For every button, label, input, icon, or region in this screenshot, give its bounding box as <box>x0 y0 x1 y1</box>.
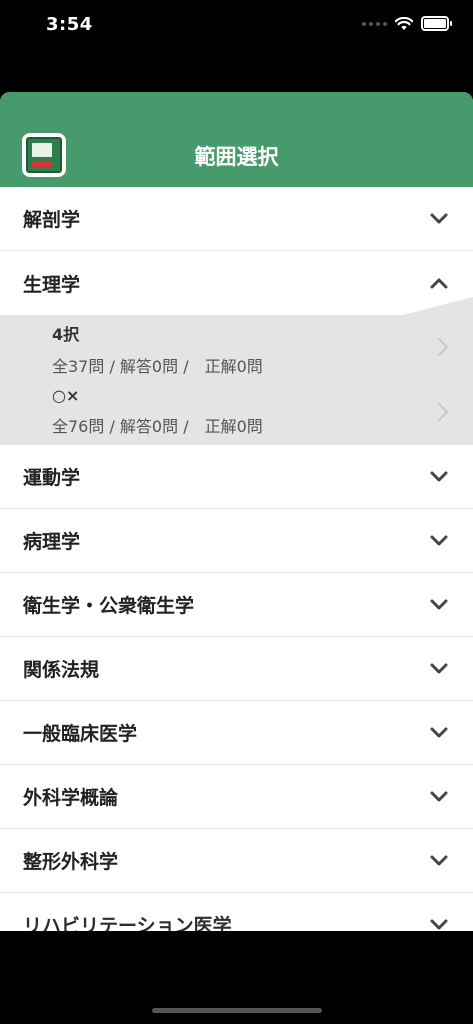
chevron-down-icon <box>429 595 449 615</box>
subitem-stats: 全76問 / 解答0問 / 正解0問 <box>52 417 263 436</box>
category-label: 外科学概論 <box>23 787 119 809</box>
category-row-hygiene[interactable]: 衛生学・公衆衛生学 <box>0 573 473 637</box>
chevron-down-icon <box>429 209 449 229</box>
chevron-down-icon <box>429 723 449 743</box>
chevron-down-icon <box>429 851 449 871</box>
chevron-right-icon <box>437 337 449 361</box>
category-row-clinical[interactable]: 一般臨床医学 <box>0 701 473 765</box>
status-bar: 3:54 <box>0 0 473 52</box>
physiology-subitems: 4択 全37問 / 解答0問 / 正解0問 ○× 全76問 / 解答0問 / 正… <box>0 297 473 445</box>
subitem-title: 4択 <box>52 325 80 344</box>
subitem-four-choice[interactable]: 4択 全37問 / 解答0問 / 正解0問 <box>52 315 449 377</box>
range-selection-sheet: 範囲選択 解剖学 生理学 4択 全37問 / 解答0問 / 正解0問 ○× 全7… <box>0 92 473 931</box>
status-indicators <box>362 16 452 31</box>
category-label: 運動学 <box>23 467 81 489</box>
category-list: 解剖学 生理学 4択 全37問 / 解答0問 / 正解0問 ○× 全76問 / … <box>0 187 473 931</box>
expand-notch <box>403 297 473 315</box>
chevron-down-icon <box>429 531 449 551</box>
category-row-rehabilitation[interactable]: リハビリテーション医学 <box>0 893 473 931</box>
chevron-down-icon <box>429 467 449 487</box>
chevron-up-icon <box>429 273 449 293</box>
battery-icon <box>421 16 452 31</box>
category-label: 整形外科学 <box>23 851 119 873</box>
chevron-down-icon <box>429 915 449 932</box>
home-indicator[interactable] <box>152 1008 322 1013</box>
status-time: 3:54 <box>46 14 93 35</box>
category-label: 病理学 <box>23 531 81 553</box>
category-row-anatomy[interactable]: 解剖学 <box>0 187 473 251</box>
wifi-icon <box>395 16 413 30</box>
subitem-title: ○× <box>52 386 80 405</box>
category-row-kinesiology[interactable]: 運動学 <box>0 445 473 509</box>
chevron-right-icon <box>437 402 449 426</box>
category-label: 解剖学 <box>23 209 81 231</box>
header: 範囲選択 <box>0 92 473 187</box>
category-label: 一般臨床医学 <box>23 723 138 745</box>
page-title: 範囲選択 <box>194 145 279 169</box>
category-row-law[interactable]: 関係法規 <box>0 637 473 701</box>
category-label: 生理学 <box>23 273 81 296</box>
cellular-signal-icon <box>362 21 387 26</box>
category-row-orthopedics[interactable]: 整形外科学 <box>0 829 473 893</box>
category-label: 関係法規 <box>23 659 100 681</box>
chevron-down-icon <box>429 659 449 679</box>
chevron-down-icon <box>429 787 449 807</box>
subitem-true-false[interactable]: ○× 全76問 / 解答0問 / 正解0問 <box>52 380 449 442</box>
subitem-stats: 全37問 / 解答0問 / 正解0問 <box>52 357 263 376</box>
category-label: 衛生学・公衆衛生学 <box>23 595 195 617</box>
category-row-pathology[interactable]: 病理学 <box>0 509 473 573</box>
category-label: リハビリテーション医学 <box>23 915 232 931</box>
category-row-surgery[interactable]: 外科学概論 <box>0 765 473 829</box>
